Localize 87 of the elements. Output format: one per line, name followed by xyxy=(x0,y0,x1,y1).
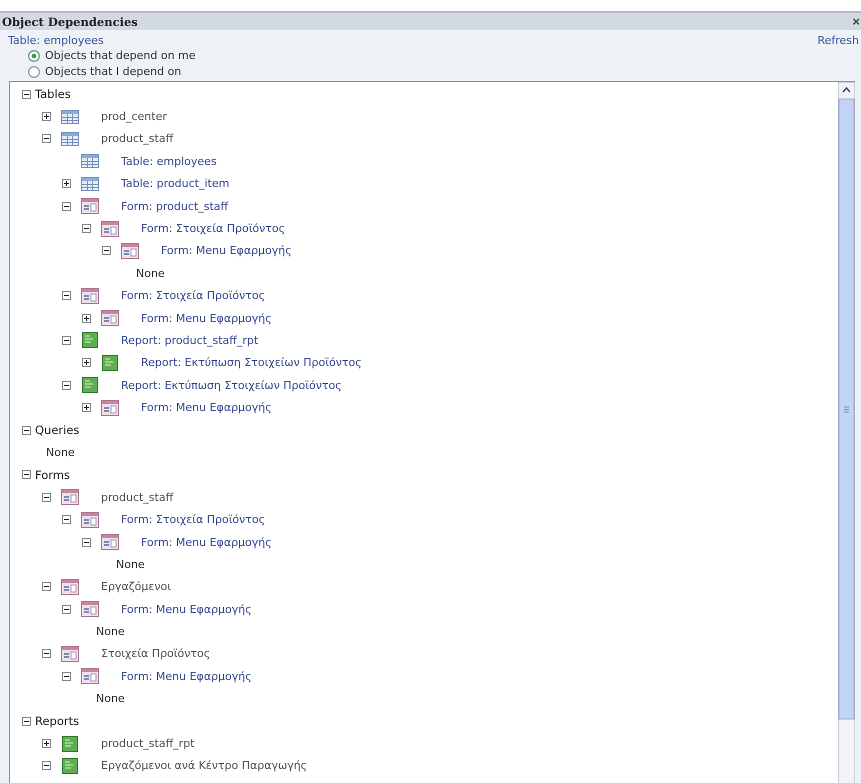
category-label[interactable]: Reports xyxy=(35,714,80,728)
tree-item[interactable]: product_staff xyxy=(101,132,174,146)
table-icon xyxy=(81,153,99,170)
radio-option[interactable]: Objects that depend on me xyxy=(28,49,861,62)
collapse-icon[interactable] xyxy=(22,716,31,726)
collapse-icon[interactable] xyxy=(22,426,31,435)
table-icon xyxy=(61,108,79,125)
category-label[interactable]: Tables xyxy=(35,87,71,102)
form-icon xyxy=(121,242,139,259)
scrollbar[interactable] xyxy=(838,82,855,783)
object-label: Table: employees xyxy=(8,34,104,47)
report-icon xyxy=(81,332,99,348)
form-icon xyxy=(101,220,119,237)
table-icon xyxy=(61,130,79,147)
collapse-icon[interactable] xyxy=(62,515,71,524)
expand-icon[interactable] xyxy=(42,112,51,122)
expand-icon[interactable] xyxy=(82,314,91,323)
tree-item[interactable]: Table: product_item xyxy=(121,177,230,190)
collapse-icon[interactable] xyxy=(102,246,111,256)
collapse-icon[interactable] xyxy=(62,380,71,390)
report-icon xyxy=(101,354,119,371)
form-icon xyxy=(81,288,99,304)
form-icon xyxy=(81,198,99,214)
radio-icon[interactable] xyxy=(28,66,40,78)
form-icon xyxy=(81,601,99,618)
empty-label: None xyxy=(46,446,75,459)
radio-option[interactable]: Objects that I depend on xyxy=(28,65,861,78)
collapse-icon[interactable] xyxy=(22,90,31,99)
collapse-icon[interactable] xyxy=(62,672,71,681)
collapse-icon[interactable] xyxy=(42,649,51,658)
window-title: Object Dependencies xyxy=(2,14,138,28)
tree-item[interactable]: prod_center xyxy=(101,110,167,124)
radio-icon[interactable] xyxy=(28,50,40,62)
collapse-icon[interactable] xyxy=(62,291,71,300)
tree-item[interactable]: Form: Menu Εφαρμογής xyxy=(121,670,252,683)
form-icon xyxy=(61,578,79,595)
empty-label: None xyxy=(116,558,145,571)
tree-item[interactable]: Form: Στοιχεία Προϊόντος xyxy=(121,289,266,302)
collapse-icon[interactable] xyxy=(42,582,51,592)
collapse-icon[interactable] xyxy=(22,470,31,480)
report-icon xyxy=(81,377,99,394)
tree-item[interactable]: Form: Menu Εφαρμογής xyxy=(141,401,272,414)
tree-item[interactable]: product_staff xyxy=(101,490,174,504)
collapse-icon[interactable] xyxy=(62,604,71,614)
tree-item[interactable]: Form: Menu Εφαρμογής xyxy=(141,312,272,325)
category-label[interactable]: Queries xyxy=(35,423,80,438)
table-icon xyxy=(81,176,99,192)
collapse-icon[interactable] xyxy=(42,134,51,144)
empty-label: None xyxy=(136,266,165,280)
form-icon xyxy=(61,646,79,662)
expand-icon[interactable] xyxy=(82,358,91,368)
form-icon xyxy=(101,534,119,550)
tree-item[interactable]: Form: Menu Εφαρμογής xyxy=(141,536,272,548)
collapse-icon[interactable] xyxy=(82,224,91,234)
empty-label: None xyxy=(96,692,125,706)
tree-item[interactable]: Form: Menu Εφαρμογής xyxy=(121,602,252,616)
collapse-icon[interactable] xyxy=(42,761,51,770)
tree-item[interactable]: Report: Εκτύπωση Στοιχείων Προϊόντος xyxy=(141,356,362,370)
form-icon xyxy=(81,668,99,684)
collapse-icon[interactable] xyxy=(62,336,71,345)
collapse-icon[interactable] xyxy=(62,202,71,211)
collapse-icon[interactable] xyxy=(42,492,51,502)
tree-item[interactable]: Εργαζόμενοι ανά Κέντρο Παραγωγής xyxy=(101,759,308,772)
tree-item[interactable]: Report: Εκτύπωση Στοιχείων Προϊόντος xyxy=(121,378,342,392)
collapse-icon[interactable] xyxy=(82,538,91,546)
report-icon xyxy=(61,736,79,752)
tree-item[interactable]: Form: Στοιχεία Προϊόντος xyxy=(121,513,266,526)
refresh-link[interactable]: Refresh xyxy=(817,34,861,47)
tree-item[interactable]: Form: Στοιχεία Προϊόντος xyxy=(141,222,286,236)
tree-item[interactable]: Report: product_staff_rpt xyxy=(121,334,258,347)
form-icon xyxy=(101,310,119,326)
tree-item[interactable]: Form: Menu Εφαρμογής xyxy=(161,244,292,258)
form-icon xyxy=(101,400,119,416)
category-label[interactable]: Forms xyxy=(35,468,70,482)
tree-item[interactable]: Εργαζόμενοι xyxy=(101,580,171,594)
form-icon xyxy=(61,489,79,506)
empty-label: None xyxy=(96,625,125,638)
close-button[interactable]: × xyxy=(852,14,861,28)
tree-item[interactable]: product_staff_rpt xyxy=(101,737,194,750)
tree-item[interactable]: Table: employees xyxy=(121,154,217,168)
tree-item[interactable]: Form: product_staff xyxy=(121,200,228,213)
tree-item[interactable]: Στοιχεία Προϊόντος xyxy=(101,647,210,660)
report-icon xyxy=(61,758,79,774)
form-icon xyxy=(81,512,99,528)
expand-icon[interactable] xyxy=(42,739,51,748)
expand-icon[interactable] xyxy=(82,403,91,412)
expand-icon[interactable] xyxy=(62,179,71,188)
